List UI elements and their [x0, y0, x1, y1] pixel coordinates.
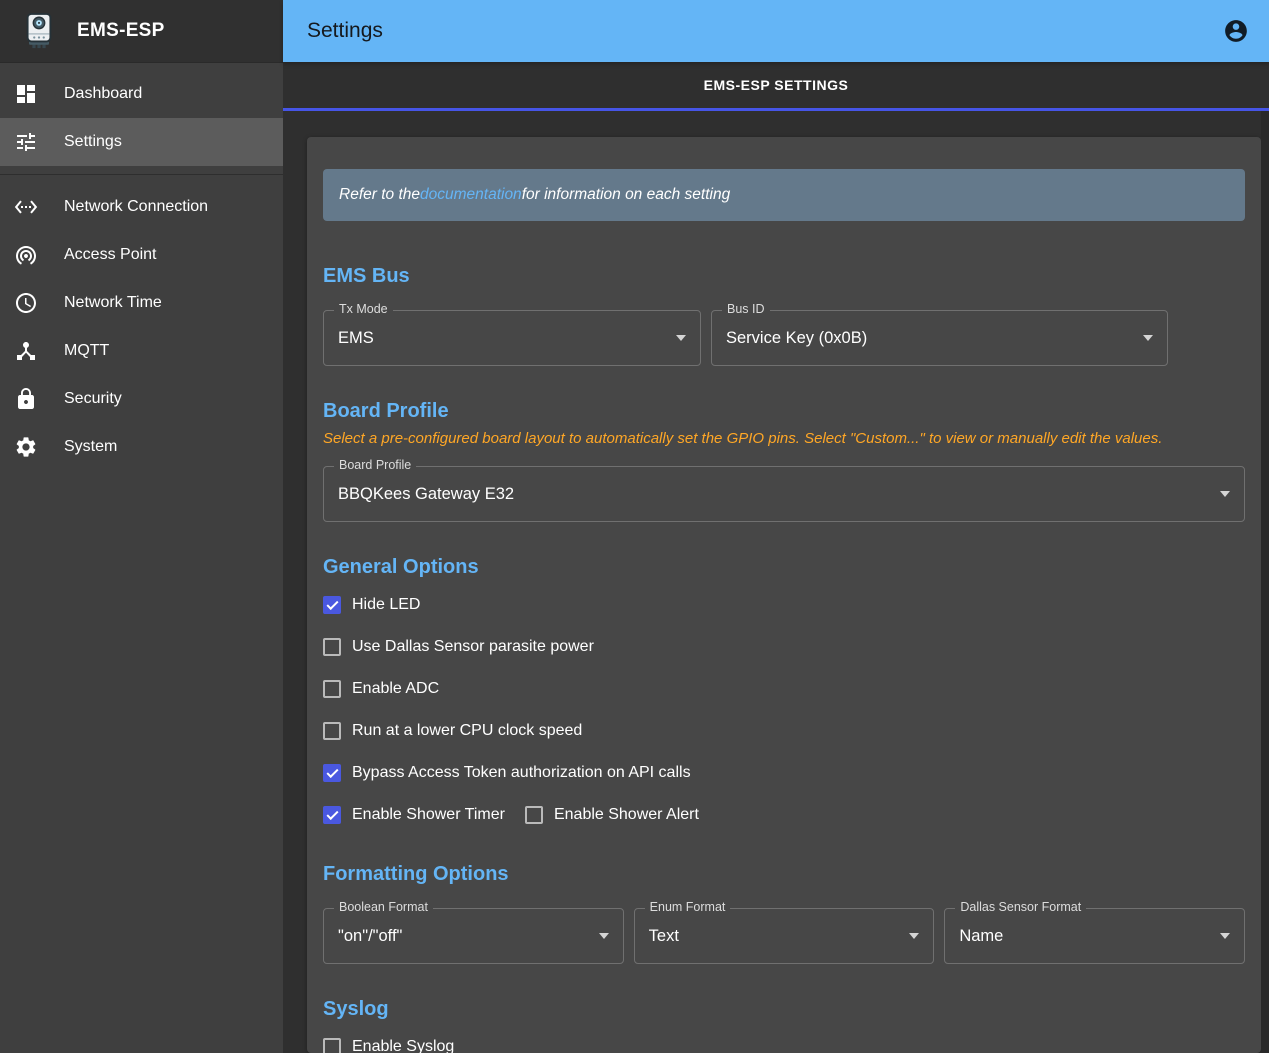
board-profile-help-text: Select a pre-configured board layout to …	[323, 430, 1245, 447]
sidebar-nav: Dashboard Settings Network Connection	[0, 63, 283, 471]
checkbox-box[interactable]	[323, 638, 341, 656]
checkbox-box[interactable]	[323, 722, 341, 740]
checkbox-enable-syslog[interactable]: Enable Syslog	[323, 1035, 1245, 1053]
board-profile-select[interactable]: Board Profile BBQKees Gateway E32	[323, 466, 1245, 522]
sidebar-item-label: MQTT	[64, 342, 109, 360]
tabbar: EMS-ESP SETTINGS	[283, 62, 1269, 111]
checkbox-hide-led[interactable]: Hide LED	[323, 593, 1245, 617]
page-title: Settings	[307, 19, 1223, 43]
checkbox-box[interactable]	[323, 680, 341, 698]
banner-text-before: Refer to the	[339, 186, 420, 204]
section-title-board-profile: Board Profile	[323, 400, 1245, 423]
sidebar-header: EMS-ESP	[0, 0, 283, 63]
checkbox-box[interactable]	[323, 1038, 341, 1053]
checkbox-enable-adc[interactable]: Enable ADC	[323, 677, 1245, 701]
dropdown-arrow-icon	[599, 933, 609, 939]
account-circle-icon[interactable]	[1223, 18, 1249, 44]
bus-id-value: Service Key (0x0B)	[726, 329, 1135, 348]
app-title: EMS-ESP	[77, 20, 165, 42]
enum-format-value: Text	[649, 927, 902, 946]
checkbox-enable-shower-alert[interactable]: Enable Shower Alert	[525, 803, 699, 827]
bus-id-label: Bus ID	[722, 302, 770, 316]
tx-mode-label: Tx Mode	[334, 302, 393, 316]
sidebar-item-settings[interactable]: Settings	[0, 118, 283, 166]
section-title-ems-bus: EMS Bus	[323, 265, 1245, 288]
sidebar-item-label: Dashboard	[64, 85, 142, 103]
sidebar-item-label: Access Point	[64, 246, 156, 264]
content-area: Refer to the documentation for informati…	[283, 111, 1269, 1053]
sidebar-item-access-point[interactable]: Access Point	[0, 231, 283, 279]
checkbox-lower-cpu-clock[interactable]: Run at a lower CPU clock speed	[323, 719, 1245, 743]
wifi-tethering-icon	[14, 243, 38, 267]
dallas-sensor-format-select[interactable]: Dallas Sensor Format Name	[944, 908, 1245, 964]
sidebar-item-security[interactable]: Security	[0, 375, 283, 423]
dallas-sensor-format-label: Dallas Sensor Format	[955, 900, 1086, 914]
checkbox-box[interactable]	[323, 764, 341, 782]
boiler-logo-icon	[20, 12, 58, 50]
checkbox-box[interactable]	[323, 596, 341, 614]
section-syslog: Syslog Enable Syslog	[323, 998, 1245, 1053]
enum-format-select[interactable]: Enum Format Text	[634, 908, 935, 964]
info-banner: Refer to the documentation for informati…	[323, 169, 1245, 221]
sidebar-item-dashboard[interactable]: Dashboard	[0, 70, 283, 118]
checkbox-box[interactable]	[525, 806, 543, 824]
device-hub-icon	[14, 339, 38, 363]
banner-text-after: for information on each setting	[522, 186, 731, 204]
gear-icon	[14, 435, 38, 459]
sidebar-item-label: System	[64, 438, 117, 456]
sidebar-item-system[interactable]: System	[0, 423, 283, 471]
app-root: EMS-ESP Dashboard Settings Networ	[0, 0, 1269, 1053]
sidebar-item-label: Network Connection	[64, 198, 208, 216]
checkbox-bypass-access-token[interactable]: Bypass Access Token authorization on API…	[323, 761, 1245, 785]
section-board-profile: Board Profile Select a pre-configured bo…	[323, 400, 1245, 522]
board-profile-label: Board Profile	[334, 458, 416, 472]
dropdown-arrow-icon	[1220, 933, 1230, 939]
tune-icon	[14, 130, 38, 154]
section-ems-bus: EMS Bus Tx Mode EMS Bus ID Service Key (…	[323, 265, 1245, 366]
tx-mode-select[interactable]: Tx Mode EMS	[323, 310, 701, 366]
dallas-sensor-format-value: Name	[959, 927, 1212, 946]
dropdown-arrow-icon	[676, 335, 686, 341]
sidebar-divider	[0, 174, 283, 175]
boolean-format-value: "on"/"off"	[338, 927, 591, 946]
sidebar-item-network-connection[interactable]: Network Connection	[0, 183, 283, 231]
appbar: Settings	[283, 0, 1269, 62]
enum-format-label: Enum Format	[645, 900, 731, 914]
dropdown-arrow-icon	[909, 933, 919, 939]
clock-icon	[14, 291, 38, 315]
dropdown-arrow-icon	[1220, 491, 1230, 497]
settings-card: Refer to the documentation for informati…	[307, 137, 1261, 1053]
checkbox-box[interactable]	[323, 806, 341, 824]
scrollbar[interactable]	[1261, 111, 1269, 1053]
boolean-format-select[interactable]: Boolean Format "on"/"off"	[323, 908, 624, 964]
checkbox-dallas-parasite-power[interactable]: Use Dallas Sensor parasite power	[323, 635, 1245, 659]
ethernet-icon	[14, 195, 38, 219]
lock-icon	[14, 387, 38, 411]
bus-id-select[interactable]: Bus ID Service Key (0x0B)	[711, 310, 1168, 366]
boolean-format-label: Boolean Format	[334, 900, 433, 914]
tx-mode-value: EMS	[338, 329, 668, 348]
shower-options-row: Enable Shower Timer Enable Shower Alert	[323, 803, 1245, 827]
section-general-options: General Options Hide LED Use Dallas Sens…	[323, 556, 1245, 827]
board-profile-value: BBQKees Gateway E32	[338, 485, 1212, 504]
sidebar-item-label: Security	[64, 390, 122, 408]
tab-ems-esp-settings[interactable]: EMS-ESP SETTINGS	[704, 77, 849, 93]
sidebar-item-label: Network Time	[64, 294, 162, 312]
sidebar: EMS-ESP Dashboard Settings Networ	[0, 0, 283, 1053]
sidebar-item-mqtt[interactable]: MQTT	[0, 327, 283, 375]
sidebar-item-network-time[interactable]: Network Time	[0, 279, 283, 327]
sidebar-item-label: Settings	[64, 133, 122, 151]
checkbox-enable-shower-timer[interactable]: Enable Shower Timer	[323, 803, 505, 827]
dropdown-arrow-icon	[1143, 335, 1153, 341]
section-formatting-options: Formatting Options Boolean Format "on"/"…	[323, 863, 1245, 964]
section-title-syslog: Syslog	[323, 998, 1245, 1021]
section-title-formatting-options: Formatting Options	[323, 863, 1245, 886]
main-column: Settings EMS-ESP SETTINGS Refer to the d…	[283, 0, 1269, 1053]
section-title-general-options: General Options	[323, 556, 1245, 579]
dashboard-icon	[14, 82, 38, 106]
documentation-link[interactable]: documentation	[420, 186, 522, 204]
